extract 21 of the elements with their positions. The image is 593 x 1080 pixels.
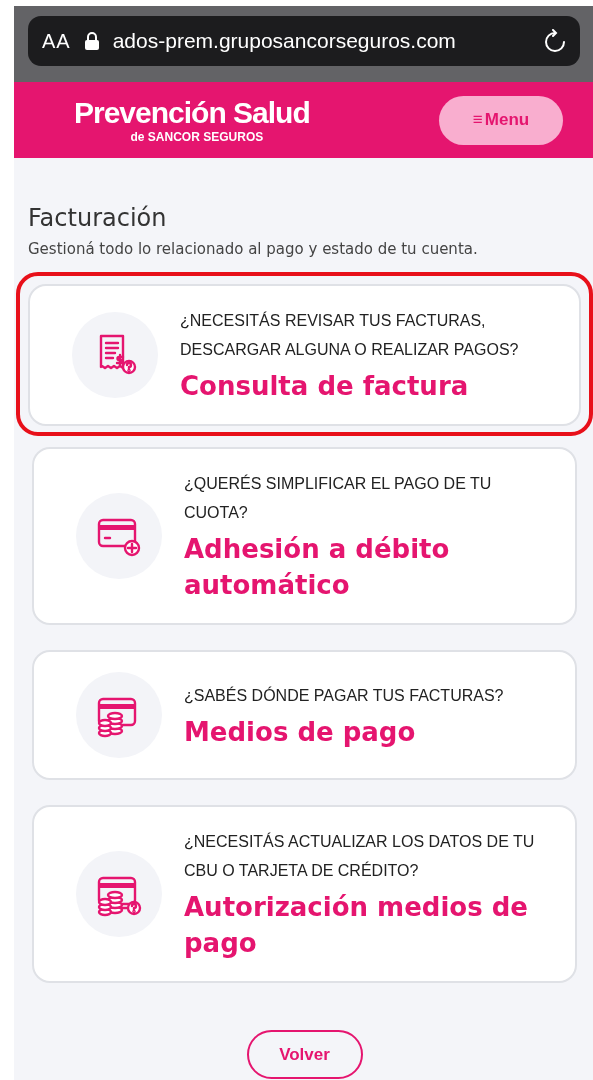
back-button[interactable]: Volver bbox=[246, 1030, 363, 1079]
reload-icon[interactable] bbox=[544, 29, 566, 53]
option-card[interactable]: ¿SABÉS DÓNDE PAGAR TUS FACTURAS? Medios de pago bbox=[32, 650, 577, 780]
card-title: Consulta de factura bbox=[180, 370, 470, 403]
url-text[interactable]: ados-prem.gruposancorseguros.com bbox=[112, 29, 530, 53]
address-bar[interactable]: AA ados-prem.gruposancorseguros.com bbox=[28, 16, 580, 66]
card-question: ¿SABÉS DÓNDE PAGAR TUS FACTURAS? bbox=[184, 685, 504, 706]
card-question: ¿NECESITÁS REVISAR TUS FACTURAS, DESCARGAR ALGUNA O REALIZAR PAGOS? bbox=[180, 310, 520, 360]
card-title: Adhesión a débito automático bbox=[184, 533, 451, 602]
page-title: Facturación bbox=[28, 204, 168, 232]
card-title: Medios de pago bbox=[184, 715, 417, 749]
option-card[interactable]: ¿NECESITÁS REVISAR TUS FACTURAS, DESCARGAR ALGUNA O REALIZAR PAGOS? Consulta de factura bbox=[28, 284, 581, 426]
lock-icon bbox=[84, 32, 99, 50]
card-question: ¿NECESITÁS ACTUALIZAR LOS DATOS DE TU CBU O TARJETA DE CRÉDITO? bbox=[184, 831, 536, 881]
logo[interactable]: Prevención Salud de SANCOR SEGUROS bbox=[74, 96, 310, 144]
card-question: ¿QUERÉS SIMPLIFICAR EL PAGO DE TU CUOTA? bbox=[184, 473, 493, 523]
page-subtitle: Gestioná todo lo relacionado al pago y estado de tu cuenta. bbox=[28, 240, 479, 258]
option-card[interactable]: ¿NECESITÁS ACTUALIZAR LOS DATOS DE TU CBU O TARJETA DE CRÉDITO? Autorización medios de pago bbox=[32, 805, 577, 983]
option-card[interactable]: ¿QUERÉS SIMPLIFICAR EL PAGO DE TU CUOTA? Adhesión a débito automático bbox=[32, 447, 577, 625]
text-size-button[interactable]: AA bbox=[42, 29, 71, 53]
card-title: Autorización medios de pago bbox=[184, 891, 529, 960]
